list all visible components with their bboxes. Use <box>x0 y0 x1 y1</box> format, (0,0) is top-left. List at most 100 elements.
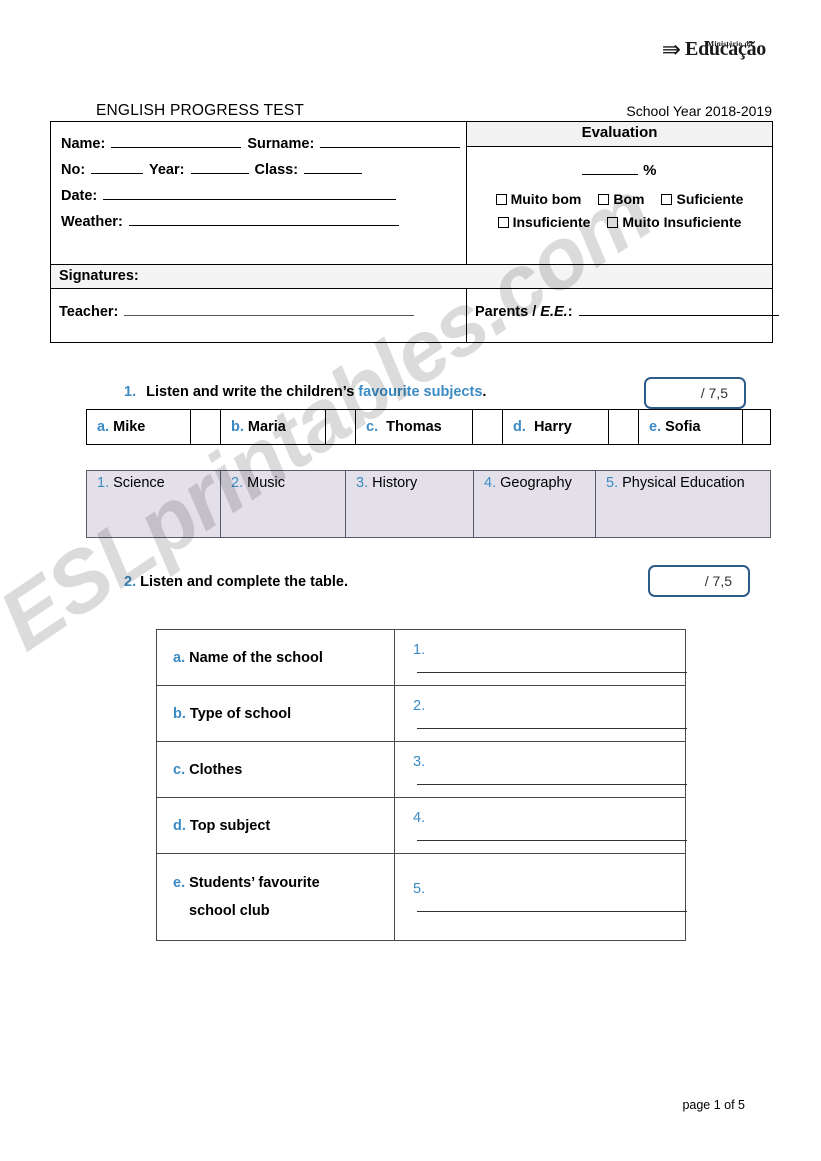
checkbox-icon[interactable] <box>495 194 507 205</box>
grade-label: Bom <box>613 191 645 207</box>
child-name: Thomas <box>386 419 442 435</box>
parents-signature-cell: Parents / E.E.: <box>466 288 779 343</box>
info-label-a: a. Name of the school <box>156 629 395 686</box>
exercise-1-instruction: 1. Listen and write the children’s favou… <box>124 384 486 400</box>
row-letter: a. <box>173 649 186 666</box>
parents-label: Parents / E.E.: <box>475 304 573 320</box>
checkbox-icon[interactable] <box>661 194 673 205</box>
teacher-signature-cell: Teacher: <box>50 288 467 343</box>
answer-blank[interactable] <box>417 898 687 912</box>
signatures-row: Teacher: Parents / E.E.: <box>50 288 779 343</box>
child-cell-a: a. Mike <box>86 409 191 445</box>
exercise-1-highlight: favourite subjects <box>358 384 483 400</box>
parents-signature-blank[interactable] <box>578 301 779 316</box>
table-row: b. Type of school 2. <box>156 685 687 742</box>
exercise-2-instruction: 2. Listen and complete the table. <box>124 574 348 590</box>
checkbox-icon[interactable] <box>607 217 619 228</box>
signatures-header: Signatures: <box>50 264 773 289</box>
answer-blank[interactable] <box>417 827 687 841</box>
subject-cell-4: 4. Geography <box>473 470 596 538</box>
percent-input-blank[interactable] <box>582 161 639 175</box>
info-answer-e[interactable]: 5. <box>394 853 687 941</box>
table-row: d. Top subject 4. <box>156 797 687 854</box>
student-date-line: Date: <box>61 183 466 209</box>
grade-option-suficiente[interactable]: Suficiente <box>661 191 743 207</box>
child-answer-d[interactable] <box>608 409 639 445</box>
evaluation-grades: Muito bom Bom Suficiente Insuficiente Mu… <box>467 191 772 245</box>
grade-option-insuficiente[interactable]: Insuficiente <box>497 214 591 230</box>
student-number-line: No: Year: Class: <box>61 157 466 183</box>
ministry-logo-mark: ⇛ <box>661 37 681 62</box>
student-weather-line: Weather: <box>61 209 466 235</box>
info-label-e: e. Students’ favourite school club <box>156 853 395 941</box>
subject-cell-1: 1. Science <box>86 470 221 538</box>
no-input-blank[interactable] <box>91 159 144 174</box>
answer-number: 3. <box>413 753 426 770</box>
info-answer-d[interactable]: 4. <box>394 797 687 854</box>
child-name: Mike <box>113 419 146 435</box>
page-title: ENGLISH PROGRESS TEST <box>96 102 305 119</box>
child-letter: a. <box>97 419 110 435</box>
exercise-1-score-box[interactable]: / 7,5 <box>644 377 746 409</box>
row-label: Clothes <box>189 761 243 778</box>
child-cell-d: d. Harry <box>502 409 609 445</box>
weather-label: Weather: <box>61 214 123 230</box>
subject-number: 3. <box>356 475 369 491</box>
table-row: a. Mike b. Maria c. Thomas d. Harry e. S… <box>86 409 771 445</box>
child-answer-b[interactable] <box>325 409 356 445</box>
class-input-blank[interactable] <box>304 159 363 174</box>
answer-number: 2. <box>413 697 426 714</box>
exercise-1-subjects-table: 1. Science 2. Music 3. History 4. Geogra… <box>86 470 771 538</box>
answer-number: 5. <box>413 881 426 897</box>
answer-number: 4. <box>413 809 426 826</box>
id-eval-header-row: Name: Surname: No: Year: Class: Date: We… <box>50 121 773 265</box>
class-label: Class: <box>254 162 299 178</box>
grade-option-bom[interactable]: Bom <box>598 191 644 207</box>
answer-blank[interactable] <box>417 715 687 729</box>
checkbox-icon[interactable] <box>598 194 610 205</box>
info-answer-b[interactable]: 2. <box>394 685 687 742</box>
grade-label: Muito bom <box>510 191 582 207</box>
subject-number: 5. <box>606 475 619 491</box>
weather-input-blank[interactable] <box>128 211 399 226</box>
child-answer-a[interactable] <box>190 409 221 445</box>
teacher-label: Teacher: <box>59 304 119 320</box>
info-answer-c[interactable]: 3. <box>394 741 687 798</box>
percent-symbol: % <box>643 162 657 179</box>
grade-row-1: Muito bom Bom Suficiente <box>477 191 762 207</box>
child-letter: b. <box>231 419 244 435</box>
child-name: Maria <box>247 419 286 435</box>
exercise-1-names-table: a. Mike b. Maria c. Thomas d. Harry e. S… <box>86 409 771 445</box>
answer-blank[interactable] <box>417 659 687 673</box>
subject-cell-2: 2. Music <box>220 470 346 538</box>
info-label-c: c. Clothes <box>156 741 395 798</box>
exercise-1-number: 1. <box>124 384 137 400</box>
row-label: Type of school <box>189 705 292 722</box>
date-input-blank[interactable] <box>103 185 397 200</box>
child-answer-e[interactable] <box>742 409 771 445</box>
grade-option-muito-bom[interactable]: Muito bom <box>495 191 582 207</box>
school-year-label: School Year 2018-2019 <box>626 103 772 119</box>
row-letter: e. <box>173 875 186 891</box>
surname-label: Surname: <box>247 136 315 152</box>
exercise-1-text-pre: Listen and write the children’s <box>146 384 359 400</box>
child-name: Harry <box>533 419 572 435</box>
teacher-signature-blank[interactable] <box>124 301 415 316</box>
exercise-2-number: 2. <box>124 574 137 590</box>
subject-name: Geography <box>500 475 572 491</box>
child-letter: d. <box>513 419 526 435</box>
child-answer-c[interactable] <box>472 409 503 445</box>
answer-blank[interactable] <box>417 771 687 785</box>
grade-option-muito-insuficiente[interactable]: Muito Insuficiente <box>607 214 741 230</box>
surname-input-blank[interactable] <box>320 133 461 148</box>
child-cell-b: b. Maria <box>220 409 326 445</box>
checkbox-icon[interactable] <box>497 217 509 228</box>
exercise-2-score-box[interactable]: / 7,5 <box>648 565 750 597</box>
answer-number: 1. <box>413 641 426 658</box>
info-answer-a[interactable]: 1. <box>394 629 687 686</box>
name-input-blank[interactable] <box>111 133 242 148</box>
year-input-blank[interactable] <box>190 159 249 174</box>
table-row: 1. Science 2. Music 3. History 4. Geogra… <box>86 470 771 538</box>
table-row: a. Name of the school 1. <box>156 629 687 686</box>
grade-label: Insuficiente <box>512 214 591 230</box>
